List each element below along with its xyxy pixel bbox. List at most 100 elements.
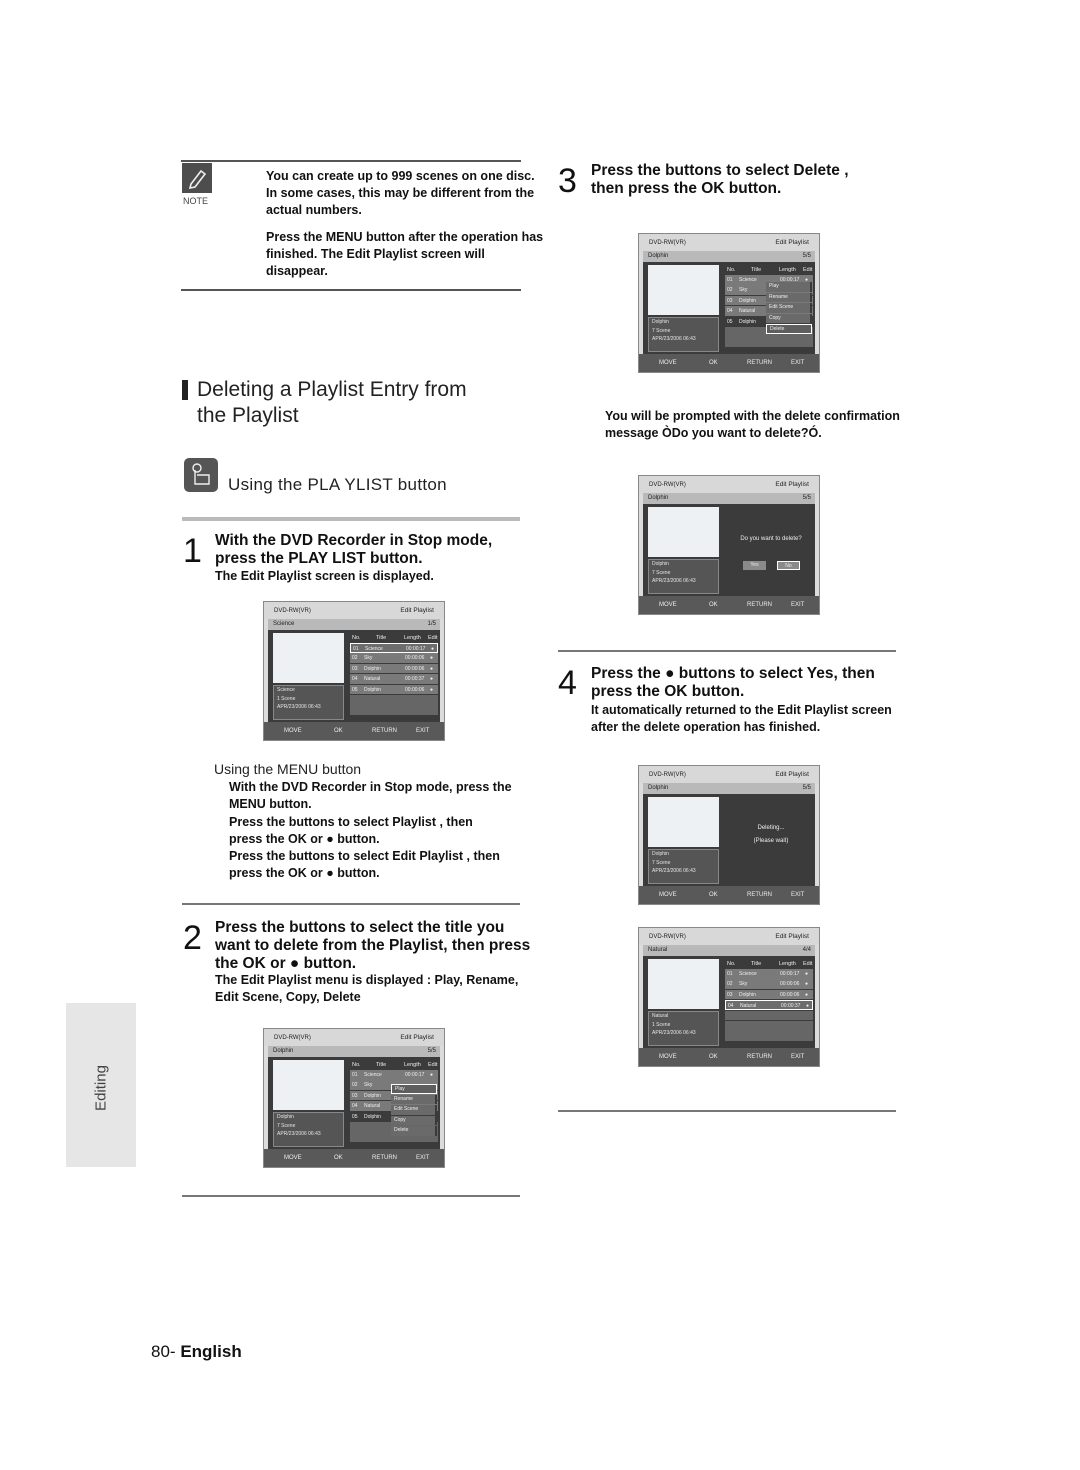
osd-info-panel: Dolphin 7 Scene APR/23/2006 06:43 (273, 1112, 344, 1147)
screens-f-rows-3-length: 00:00:37 (781, 1003, 801, 1010)
osd-menu-copy[interactable]: Copy (766, 313, 812, 323)
osd-confirm-message: Do you want to delete? (740, 536, 802, 542)
screens-d-name: Dolphin (648, 495, 669, 501)
osd-menu-edit-scene[interactable]: Edit Scene (766, 303, 812, 313)
screens-d-info-2: APR/23/2006 06:43 (652, 578, 696, 584)
step-1-heading-line1: With the DVD Recorder in Stop mode, (215, 532, 493, 549)
osd-list-row-empty (725, 1031, 813, 1041)
step-3-number: 3 (558, 162, 577, 200)
osd-title-list: No. Title Length Edit 01 Science 00:00:17 ● 02… (350, 634, 438, 716)
osd-yes-button[interactable]: Yes (743, 561, 766, 570)
osd-list-row[interactable]: 04 Natural 00:00:37 ● (725, 1000, 813, 1010)
osd-menu-edit-scene[interactable]: Edit Scene (391, 1105, 437, 1115)
osd-list-row[interactable]: 04 Natural 00:00:37 ● (350, 674, 438, 684)
osd-thumbnail (648, 959, 719, 1009)
decor: ● (805, 991, 809, 998)
col-edit: Edit (428, 635, 438, 641)
osd-menu-delete[interactable]: Delete (766, 324, 812, 334)
osd-common-device: DVD-RW(VR) (649, 482, 686, 488)
screens-e-info-0: Dolphin (652, 851, 669, 857)
menu-step-line: press the OK or ● button. (229, 866, 380, 881)
osd-common-foot-return: RETURN (747, 360, 772, 366)
osd-screen-edit-menu: DVD-RW(VR) Edit Playlist Dolphin 5/5 Dolph… (263, 1028, 445, 1168)
osd-menu-delete[interactable]: Delete (391, 1126, 437, 1136)
osd-common-col-title: Title (751, 961, 762, 967)
osd-title: Edit Playlist (400, 607, 434, 614)
osd-no-button[interactable]: No (777, 561, 800, 570)
osd-footer: MOVE OK RETURN EXIT (639, 596, 819, 614)
chapter-side-tab-label: Editing (92, 1065, 110, 1111)
screens-f-rows-3-title: Natural (740, 1003, 757, 1010)
screens-f-rows-0-title: Science (739, 971, 757, 977)
osd-menu-play[interactable]: Play (766, 282, 812, 292)
osd-menu-rename[interactable]: Rename (391, 1094, 437, 1104)
screens-a-rows-1-title: Sky (364, 655, 373, 662)
screens-d-page: 5/5 (802, 495, 811, 501)
osd-common-col-length: Length (404, 1062, 421, 1068)
screens-a-rows-2-title: Dolphin (364, 665, 381, 672)
decor: ● (430, 665, 434, 672)
screens-a-rows-4-length: 00:00:06 (405, 686, 425, 693)
screens-f-name: Natural (648, 947, 668, 953)
osd-list-row[interactable]: 05 Dolphin 00:00:06 ● (350, 684, 438, 695)
osd-list-row[interactable]: 02 Sky 00:00:06 ● (350, 653, 438, 663)
screens-b-rows-1-title: Sky (364, 1082, 373, 1089)
osd-list-row-empty (350, 705, 438, 715)
osd-footer: MOVE OK RETURN EXIT (639, 354, 819, 372)
screens-b-rows-4-no: 05 (352, 1113, 358, 1120)
osd-title: Edit Playlist (400, 1034, 434, 1041)
osd-footer: MOVE OK RETURN EXIT (264, 722, 444, 740)
osd-common-device: DVD-RW(VR) (649, 240, 686, 246)
screens-c-rows-0-title: Science (739, 277, 757, 283)
osd-thumbnail (648, 507, 719, 557)
step-4-heading-line2: press the OK button. (591, 683, 745, 700)
decor: ● (430, 655, 434, 662)
osd-common-title: Edit Playlist (775, 239, 809, 246)
osd-list-row-empty (725, 1010, 813, 1021)
decor (192, 463, 202, 473)
osd-screen-delete-confirm: DVD-RW(VR) Edit Playlist Dolphin 5/5 Dolph… (638, 475, 820, 615)
step-1-heading-line2: press the PLAY LIST button. (215, 550, 423, 567)
screens-c-rows-2-title: Dolphin (739, 297, 756, 304)
screens-c-rows-2-no: 03 (727, 297, 733, 304)
osd-list-row[interactable]: 03 Dolphin 00:00:06 ● (350, 663, 438, 674)
osd-thumbnail (648, 797, 719, 847)
osd-list-row[interactable]: 01 Science 00:00:17 ● (350, 643, 438, 653)
osd-info-panel: Dolphin 7 Scene APR/23/2006 06:43 (648, 849, 719, 884)
osd-list-row[interactable]: 03 Dolphin 00:00:06 ● (725, 989, 813, 1000)
decor: Science 1/5 (268, 619, 440, 630)
decor: ● (431, 646, 435, 652)
osd-menu-copy[interactable]: Copy (391, 1115, 437, 1125)
osd-current-title: Dolphin (273, 1048, 294, 1054)
osd-menu-play[interactable]: Play (391, 1084, 437, 1094)
screens-a-rows-3-length: 00:00:37 (405, 676, 425, 683)
screens-a-rows-1-no: 02 (352, 655, 358, 662)
osd-menu-rename[interactable]: Rename (766, 292, 812, 302)
osd-device-label: DVD-RW(VR) (274, 1035, 311, 1041)
step-2-body-line1: The Edit Playlist menu is displayed : Pl… (215, 973, 519, 987)
osd-common-foot-ok: OK (709, 360, 718, 366)
note-top-rule (181, 160, 521, 162)
osd-list-row[interactable]: 02 Sky 00:00:06 ● (725, 979, 813, 989)
osd-common-foot-move: MOVE (659, 360, 677, 366)
osd-common-title: Edit Playlist (775, 771, 809, 778)
osd-please-wait-message: (Please wait) (753, 838, 789, 844)
osd-screen-edit-playlist-science: DVD-RW(VR) Edit Playlist Science 1/5 Scien… (263, 601, 445, 741)
osd-common-foot-move: MOVE (659, 892, 677, 898)
step-4-body: It automatically returned to the Edit Pl… (591, 702, 892, 736)
step-4-heading-line1: Press the ● buttons to select Yes, then (591, 665, 875, 682)
osd-info-scenes: 1 Scene (277, 695, 296, 702)
osd-list-row[interactable]: 01 Science 00:00:17 ● (350, 1070, 438, 1080)
screens-f-info-1: 1 Scene (652, 1021, 671, 1028)
osd-footer: MOVE OK RETURN EXIT (639, 1048, 819, 1066)
osd-screen-after-delete: DVD-RW(VR) Edit Playlist Natural 4/4 Natur… (638, 927, 820, 1067)
screens-e-name: Dolphin (648, 785, 669, 791)
osd-common-title: Edit Playlist (775, 481, 809, 488)
decor: Dolphin 7 Scene APR/23/2006 06:43 No. Tit… (643, 262, 815, 354)
osd-screen-delete-selected: DVD-RW(VR) Edit Playlist Dolphin 5/5 Dolph… (638, 233, 820, 373)
divider (182, 1195, 520, 1197)
screens-f-page: 4/4 (802, 947, 811, 953)
decor: Natural 4/4 (643, 945, 815, 956)
decor (192, 463, 210, 485)
osd-list-row[interactable]: 01 Science 00:00:17 ● (725, 969, 813, 979)
